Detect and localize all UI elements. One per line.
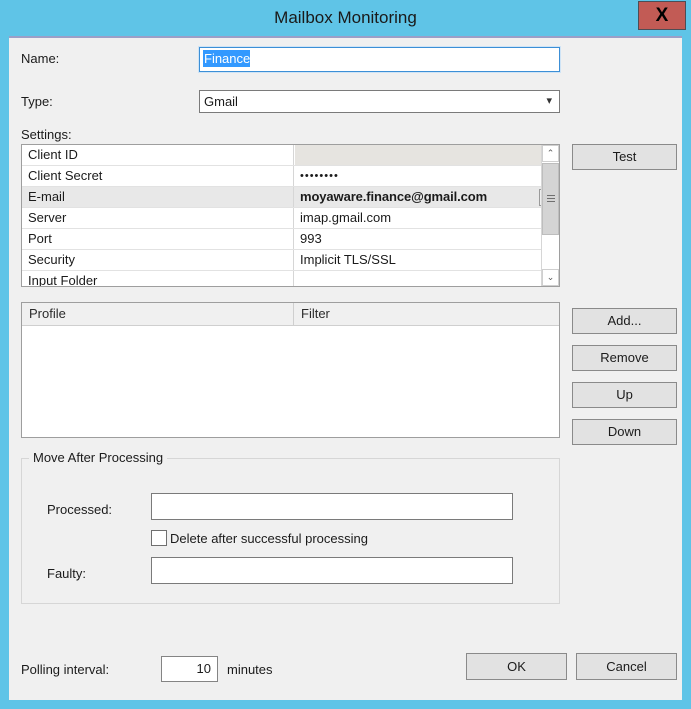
name-label: Name: [21, 51, 59, 66]
settings-row-name: Client ID [22, 145, 294, 165]
settings-row-name: Server [22, 208, 294, 228]
processed-label: Processed: [47, 502, 112, 517]
name-input[interactable]: Finance [199, 47, 560, 72]
profile-filter-list[interactable]: Profile Filter [21, 302, 560, 438]
close-icon: X [639, 2, 685, 29]
profile-list-header: Profile Filter [22, 303, 559, 326]
settings-rows: Client IDClient Secret••••••••E-mailmoya… [22, 145, 559, 287]
settings-row-name: Client Secret [22, 166, 294, 186]
scrollbar-thumb[interactable] [542, 163, 559, 235]
remove-button[interactable]: Remove [572, 345, 677, 371]
mailbox-monitoring-dialog: Mailbox Monitoring X Name: Finance Type:… [0, 0, 691, 709]
down-button[interactable]: Down [572, 419, 677, 445]
scroll-up-icon[interactable]: ⌃ [542, 145, 559, 162]
test-button[interactable]: Test [572, 144, 677, 170]
polling-interval-label: Polling interval: [21, 662, 109, 677]
settings-row[interactable]: Serverimap.gmail.com [22, 208, 559, 229]
settings-row-name: Security [22, 250, 294, 270]
name-input-value: Finance [203, 50, 250, 67]
settings-label: Settings: [21, 127, 72, 142]
column-header-filter[interactable]: Filter [294, 303, 559, 325]
settings-row[interactable]: SecurityImplicit TLS/SSL [22, 250, 559, 271]
settings-row-value[interactable]: 993 [295, 229, 559, 249]
grip-icon [547, 195, 555, 203]
polling-interval-unit: minutes [227, 662, 273, 677]
settings-row-name: E-mail [22, 187, 294, 207]
settings-row-value[interactable]: Implicit TLS/SSL [295, 250, 559, 270]
settings-property-grid[interactable]: Client IDClient Secret••••••••E-mailmoya… [21, 144, 560, 287]
up-button[interactable]: Up [572, 382, 677, 408]
settings-row-value[interactable] [295, 271, 559, 287]
settings-row[interactable]: Client Secret•••••••• [22, 166, 559, 187]
settings-row[interactable]: Port993 [22, 229, 559, 250]
settings-row-value[interactable]: imap.gmail.com [295, 208, 559, 228]
window-title: Mailbox Monitoring [0, 0, 691, 36]
move-after-processing-title: Move After Processing [29, 450, 167, 465]
close-button[interactable]: X [638, 1, 686, 30]
faulty-label: Faulty: [47, 566, 86, 581]
settings-row-value[interactable]: •••••••• [295, 166, 559, 186]
settings-row-value[interactable] [295, 145, 559, 165]
settings-row[interactable]: E-mailmoyaware.finance@gmail.com... [22, 187, 559, 208]
settings-row-value[interactable]: moyaware.finance@gmail.com [295, 187, 559, 207]
polling-interval-input[interactable]: 10 [161, 656, 218, 682]
column-header-profile[interactable]: Profile [22, 303, 294, 325]
faulty-input[interactable] [151, 557, 513, 584]
settings-row-name: Port [22, 229, 294, 249]
settings-row[interactable]: Client ID [22, 145, 559, 166]
type-select-value: Gmail [204, 91, 238, 112]
delete-after-processing-label: Delete after successful processing [170, 530, 368, 547]
title-bar: Mailbox Monitoring X [0, 0, 691, 36]
add-button[interactable]: Add... [572, 308, 677, 334]
processed-input[interactable] [151, 493, 513, 520]
type-label: Type: [21, 94, 53, 109]
checkbox-icon [151, 530, 167, 546]
chevron-down-icon: ▾ [546, 91, 552, 112]
settings-row-name: Input Folder [22, 271, 294, 287]
scroll-down-icon[interactable]: ⌄ [542, 269, 559, 286]
settings-scrollbar[interactable]: ⌃ ⌄ [541, 145, 559, 286]
settings-row[interactable]: Input Folder [22, 271, 559, 287]
dialog-client-area: Name: Finance Type: Gmail ▾ Settings: Cl… [9, 36, 682, 700]
cancel-button[interactable]: Cancel [576, 653, 677, 680]
type-select[interactable]: Gmail ▾ [199, 90, 560, 113]
ok-button[interactable]: OK [466, 653, 567, 680]
